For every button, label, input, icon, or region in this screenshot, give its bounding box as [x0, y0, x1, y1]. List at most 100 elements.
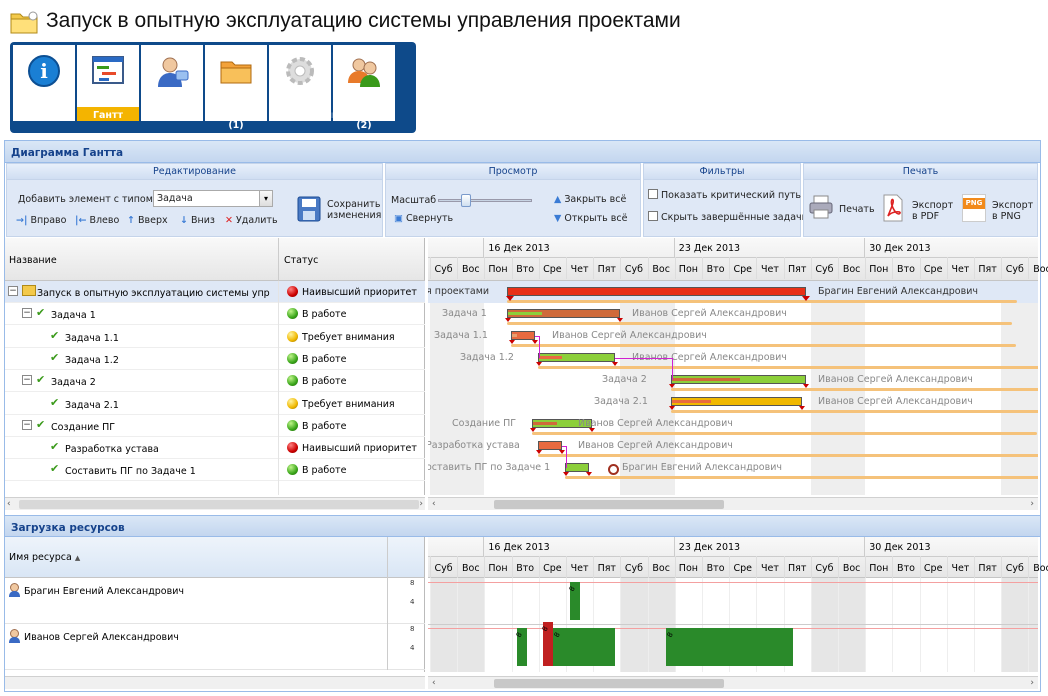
- task-bar[interactable]: [671, 375, 806, 384]
- scale-slider[interactable]: [438, 194, 532, 207]
- move-up-button[interactable]: ↑ Вверх: [127, 215, 168, 226]
- task-bar[interactable]: [507, 287, 806, 296]
- printer-icon[interactable]: [809, 194, 833, 220]
- hide-completed-label: Скрыть завершённые задачи: [661, 212, 808, 223]
- day-label: Чет: [761, 264, 779, 275]
- task-name: Задача 2.1: [65, 399, 119, 411]
- collapse-toggle-icon[interactable]: −: [22, 308, 32, 319]
- save-button[interactable]: Сохранить изменения: [327, 199, 383, 221]
- tab-gantt[interactable]: Гантт: [77, 45, 139, 121]
- dependency-arrow: [562, 446, 567, 468]
- resource-load-bar[interactable]: 8: [553, 628, 615, 666]
- checkbox-box: [648, 189, 658, 199]
- day-label: Вос: [1033, 264, 1048, 275]
- task-bar[interactable]: [507, 309, 620, 318]
- task-row[interactable]: − ✔ Задача 2 В работе: [5, 370, 425, 393]
- day-label: Вто: [706, 563, 725, 574]
- task-row[interactable]: ✔ Составить ПГ по Задаче 1 В работе: [5, 459, 425, 482]
- resource-row[interactable]: Иванов Сергей Александрович 8 4: [5, 624, 425, 670]
- day-label: Вто: [897, 264, 915, 275]
- col-status-header[interactable]: Статус: [284, 255, 318, 266]
- day-label: Вто: [516, 563, 535, 574]
- day-label: Вос: [462, 264, 480, 275]
- load-bar-label: 8: [552, 631, 562, 639]
- indent-button[interactable]: →| Вправо: [16, 215, 66, 226]
- day-gridline: [919, 578, 921, 672]
- resource-name-header[interactable]: Имя ресурса ▲: [9, 552, 80, 563]
- gear-icon: [286, 57, 314, 85]
- task-bar[interactable]: [538, 441, 562, 450]
- save-icon[interactable]: [297, 196, 321, 222]
- info-icon: i: [28, 55, 60, 87]
- col-name-header[interactable]: Название: [9, 255, 57, 266]
- close-all-button[interactable]: ▲ Закрыть всё: [554, 194, 626, 205]
- collapse-toggle-icon[interactable]: −: [8, 286, 18, 296]
- task-bar[interactable]: [565, 463, 589, 472]
- resource-load-bar[interactable]: 8: [541, 622, 553, 666]
- day-gridline: [484, 578, 486, 672]
- task-bar[interactable]: [538, 353, 615, 362]
- tab-approvals-label: Согласования: [269, 110, 345, 121]
- resource-load-bar[interactable]: 8: [568, 582, 580, 620]
- resource-load-bar[interactable]: 8: [515, 628, 527, 666]
- collapse-toggle-icon[interactable]: −: [22, 419, 32, 430]
- task-bar[interactable]: [671, 397, 802, 406]
- show-critical-checkbox[interactable]: Показать критический путь: [648, 189, 801, 201]
- delete-button[interactable]: ✕ Удалить: [225, 215, 278, 226]
- scroll-thumb[interactable]: [494, 679, 724, 688]
- load-axis-tick: 8: [410, 579, 415, 587]
- day-gridline: [892, 578, 894, 672]
- scale-slider-thumb[interactable]: [461, 194, 471, 207]
- resources-scrollbar[interactable]: ‹ ›: [428, 676, 1038, 689]
- scroll-thumb[interactable]: [494, 500, 724, 509]
- move-down-button[interactable]: ↓ Вниз: [180, 215, 215, 226]
- task-bar-right-label: Иванов Сергей Александрович: [578, 440, 733, 451]
- capacity-line: [428, 582, 1038, 583]
- open-all-button[interactable]: ▼ Открыть всё: [554, 213, 627, 224]
- collapse-toggle-icon[interactable]: −: [22, 375, 32, 386]
- scroll-thumb[interactable]: [19, 500, 419, 509]
- task-row[interactable]: − Запуск в опытную эксплуатацию системы у…: [5, 281, 425, 303]
- png-icon[interactable]: PNG: [962, 194, 986, 222]
- task-name: Составить ПГ по Задаче 1: [65, 466, 196, 478]
- task-status: Требует внимания: [287, 330, 395, 343]
- task-row[interactable]: − ✔ Создание ПГ В работе: [5, 415, 425, 437]
- outdent-button[interactable]: |← Влево: [75, 215, 119, 226]
- hide-completed-checkbox[interactable]: Скрыть завершённые задачи: [648, 211, 808, 223]
- status-yellow-dot-icon: [287, 397, 298, 409]
- task-bar[interactable]: [511, 331, 535, 340]
- day-label: Вос: [652, 563, 670, 574]
- day-label: Сре: [923, 264, 943, 275]
- indent-label: Вправо: [30, 215, 67, 226]
- gantt-scrollbar[interactable]: ‹ ›: [428, 497, 1038, 510]
- day-label: Пят: [787, 563, 807, 574]
- task-status-label: Требует внимания: [302, 331, 395, 343]
- task-row-timeline: [671, 388, 1038, 391]
- task-row[interactable]: ✔ Разработка устава Наивысший приоритет: [5, 437, 425, 460]
- resource-load-bar[interactable]: 8: [666, 628, 793, 666]
- svg-text:i: i: [40, 59, 48, 83]
- move-up-label: Вверх: [138, 215, 168, 226]
- resources-grid-scrollbar[interactable]: [5, 676, 425, 689]
- resource-row[interactable]: Брагин Евгений Александрович 8 4: [5, 578, 425, 624]
- tab-participants[interactable]: Участники (2): [333, 45, 395, 131]
- tab-approvals[interactable]: Согласования: [269, 45, 345, 121]
- task-row[interactable]: ✔ Задача 1.2 В работе: [5, 348, 425, 370]
- print-button[interactable]: Печать: [839, 204, 875, 215]
- tab-discussions[interactable]: Дискуссии: [141, 45, 203, 121]
- task-row[interactable]: ✔ Задача 2.1 Требует внимания: [5, 393, 425, 415]
- export-png-button[interactable]: Экспорт в PNG: [992, 200, 1036, 222]
- day-gridline: [974, 578, 975, 672]
- task-grid-scrollbar[interactable]: ‹ ›: [5, 497, 425, 510]
- task-row[interactable]: − ✔ Задача 1 В работе: [5, 303, 425, 326]
- check-icon: ✔: [50, 350, 60, 364]
- export-pdf-button[interactable]: Экспорт в PDF: [912, 200, 956, 222]
- pdf-icon[interactable]: [882, 194, 904, 222]
- task-row[interactable]: ✔ Задача 1.1 Требует внимания: [5, 326, 425, 348]
- collapse-button[interactable]: ▣ Свернуть: [394, 213, 453, 224]
- add-type-select[interactable]: Задача ▾: [153, 190, 273, 207]
- weekend-shade: [457, 578, 485, 672]
- tab-documents[interactable]: Документы (1): [205, 45, 268, 131]
- weekend-shade: [838, 578, 866, 672]
- tab-main[interactable]: i Главная: [13, 45, 75, 121]
